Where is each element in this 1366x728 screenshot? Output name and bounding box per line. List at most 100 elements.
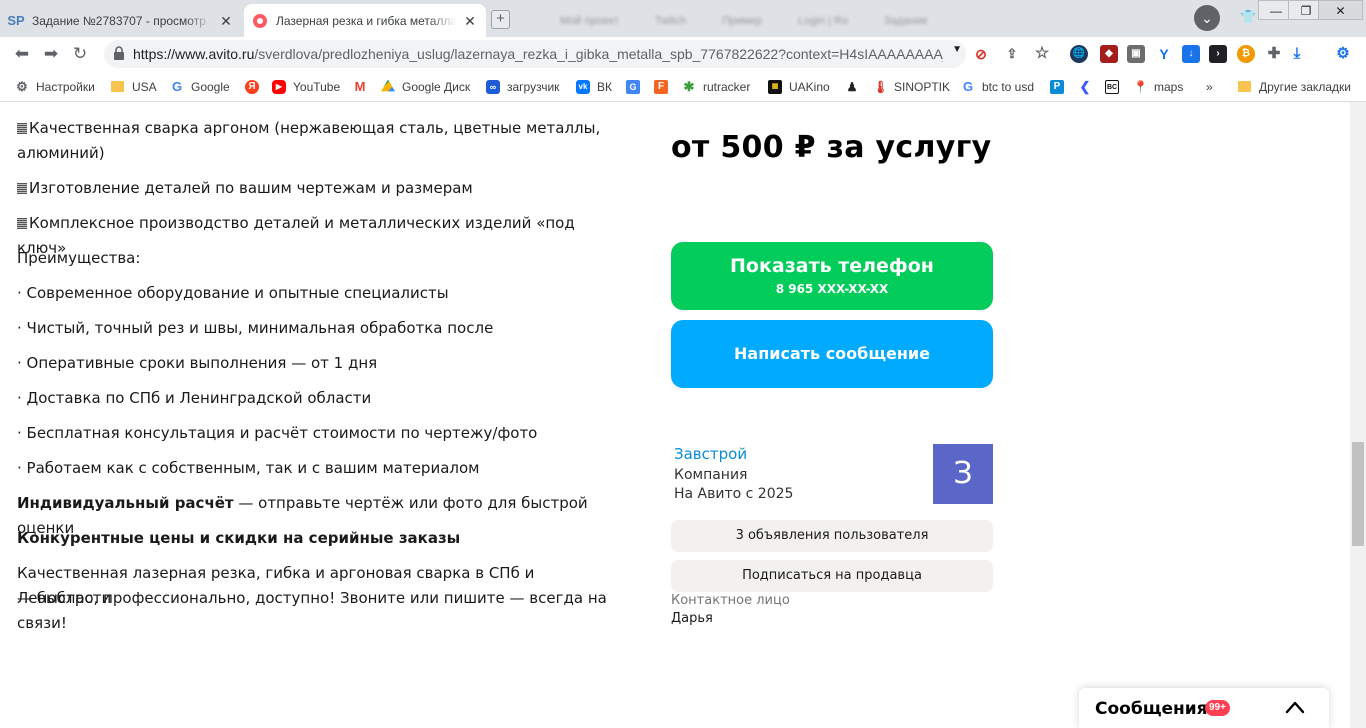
masked-phone: 8 965 XXX-XX-XX <box>775 282 889 296</box>
bookmark-star-icon[interactable]: ☆ <box>1033 45 1051 63</box>
back-arrow-icon[interactable]: ⬅ <box>11 43 33 65</box>
advantage-item: · Доставка по СПб и Ленинградской област… <box>17 389 372 407</box>
briefcase-icon[interactable]: ▣ <box>1127 45 1145 63</box>
messages-count-badge: 99+ <box>1205 700 1230 716</box>
share-icon[interactable]: ⇪ <box>1003 45 1021 63</box>
google-icon: G <box>961 78 975 94</box>
bookmark-other[interactable]: Другие закладки <box>1238 78 1351 95</box>
settings-gear-icon[interactable]: ⚙ <box>1334 45 1352 63</box>
list-bullet-icon <box>17 218 27 229</box>
red-extension-icon[interactable]: ◆ <box>1100 45 1118 63</box>
browser-toolbar: ⬅ ➡ ↻ https://www.avito.ru/sverdlova/pre… <box>0 37 1366 103</box>
messages-panel[interactable]: Сообщения 99+ <box>1079 688 1329 728</box>
blocked-popup-icon[interactable]: ⊘ <box>972 45 990 63</box>
bookmark-p[interactable]: P <box>1050 78 1071 95</box>
bookmark-translate[interactable]: G <box>626 78 647 95</box>
omnibox-dropdown-icon[interactable]: ▼ <box>952 44 962 55</box>
list-bullet-icon <box>17 183 27 194</box>
close-window-button[interactable]: ✕ <box>1318 0 1363 20</box>
new-tab-button[interactable]: + <box>491 10 510 29</box>
bookmark-uakino[interactable]: ▦ UAKino <box>768 78 830 95</box>
seller-name-link[interactable]: Завстрой <box>674 445 747 463</box>
v-extension-icon[interactable]: Y <box>1155 45 1173 63</box>
tab-task[interactable]: SP Задание №2783707 - просмотр за ✕ <box>0 4 242 37</box>
globe-extension-icon[interactable]: 🌐 <box>1070 45 1088 63</box>
show-phone-button[interactable]: Показать телефон 8 965 XXX-XX-XX <box>671 242 993 310</box>
tab-close-icon[interactable]: ✕ <box>462 13 478 29</box>
arrow-icon: ❮ <box>1078 78 1092 94</box>
gear-icon: ⚙ <box>16 78 28 94</box>
url-text[interactable]: https://www.avito.ru/sverdlova/predlozhe… <box>133 46 943 62</box>
scrollbar-thumb[interactable] <box>1352 442 1364 546</box>
ghost-tab[interactable]: Мой проект <box>560 15 619 27</box>
thermometer-icon: 🌡 <box>873 79 889 94</box>
seller-avatar[interactable]: З <box>933 444 993 504</box>
bookmark-usa[interactable]: USA <box>111 78 157 95</box>
vk-icon: vk <box>576 79 590 94</box>
bookmark-btc[interactable]: Gbtc to usd <box>961 78 1034 95</box>
tab-search-icon[interactable]: ⌄ <box>1194 5 1220 31</box>
tab-avito[interactable]: Лазерная резка и гибка металла ✕ <box>244 4 486 37</box>
lock-icon <box>114 46 124 60</box>
bookmark-more[interactable]: » <box>1206 78 1213 95</box>
bookmark-gmail[interactable]: M <box>353 78 374 95</box>
download-extension-icon[interactable]: ↓ <box>1182 45 1200 63</box>
advantage-item: · Оперативные сроки выполнения — от 1 дн… <box>17 354 378 372</box>
seller-type: Компания <box>674 467 748 483</box>
bitcoin-icon[interactable]: ₿ <box>1237 45 1255 63</box>
advantage-item: · Работаем как с собственным, так и с ва… <box>17 459 480 477</box>
yandex-icon: Я <box>245 79 259 94</box>
uakino-icon: ▦ <box>768 79 782 94</box>
contact-person-name: Дарья <box>671 611 713 626</box>
bookmark-drive[interactable]: Google Диск <box>381 78 470 95</box>
write-message-button[interactable]: Написать сообщение <box>671 320 993 388</box>
bookmark-settings[interactable]: ⚙ Настройки <box>15 78 95 95</box>
drive-icon <box>381 79 395 92</box>
bookmark-vk[interactable]: vk ВК <box>576 78 612 95</box>
bookmark-bc[interactable]: BC <box>1105 78 1126 95</box>
rutracker-icon: ✱ <box>682 78 696 94</box>
list-bullet-icon <box>17 123 27 134</box>
bookmark-maps[interactable]: 📍 maps <box>1133 78 1183 95</box>
translate-icon: G <box>626 79 640 94</box>
tab-title: Задание №2783707 - просмотр за <box>32 13 212 28</box>
ghost-tab[interactable]: Twitch <box>655 15 686 27</box>
bookmark-google[interactable]: G Google <box>170 78 230 95</box>
contact-person-label: Контактное лицо <box>671 593 790 608</box>
bookmark-arrow[interactable]: ❮ <box>1078 78 1099 95</box>
page-scrollbar[interactable] <box>1350 102 1366 728</box>
downloads-icon[interactable]: ⤓ <box>1288 45 1306 63</box>
bookmark-rutracker[interactable]: ✱ rutracker <box>682 78 750 95</box>
subscribe-seller-button[interactable]: Подписаться на продавца <box>671 560 993 592</box>
reload-icon[interactable]: ↻ <box>69 43 91 65</box>
extensions-puzzle-icon[interactable]: ✚ <box>1265 45 1283 63</box>
bookmarks-bar: ⚙ Настройки USA G Google Я ▶ YouTube M Goog… <box>0 71 1366 102</box>
bookmark-sinoptik[interactable]: 🌡 SINOPTIK <box>873 78 950 95</box>
advantage-item: · Бесплатная консультация и расчёт стоим… <box>17 424 538 442</box>
bookmark-figure[interactable]: ♟ <box>845 78 866 95</box>
bookmark-downloader[interactable]: ∞ загрузчик <box>486 78 559 95</box>
ghost-tab[interactable]: Задание <box>884 15 928 27</box>
maps-icon: 📍 <box>1133 79 1148 94</box>
seller-ads-button[interactable]: 3 объявления пользователя <box>671 520 993 552</box>
chevron-up-icon[interactable] <box>1285 699 1305 715</box>
shirt-icon[interactable]: 👕 <box>1240 9 1256 25</box>
ghost-tab[interactable]: Login | Ro <box>798 15 848 27</box>
address-bar[interactable]: https://www.avito.ru/sverdlova/predlozhe… <box>104 40 966 68</box>
advantage-item: · Современное оборудование и опытные спе… <box>17 284 449 302</box>
tab-title: Лазерная резка и гибка металла <box>276 13 456 28</box>
forward-arrow-icon[interactable]: ➡ <box>40 43 62 65</box>
desc-welding-cont: алюминий) <box>17 144 105 162</box>
window-controls: ⌄ 👕 — ❐ ✕ <box>1105 0 1366 37</box>
ghost-tab[interactable]: Пример <box>722 15 762 27</box>
tab-close-icon[interactable]: ✕ <box>218 13 234 29</box>
bookmark-youtube[interactable]: ▶ YouTube <box>272 78 340 95</box>
desc-drawings: Изготовление деталей по вашим чертежам и… <box>17 176 622 201</box>
desc-competitive: Конкурентные цены и скидки на серийные з… <box>17 529 461 547</box>
bookmark-yandex[interactable]: Я <box>245 78 266 95</box>
show-phone-label: Показать телефон <box>730 255 934 277</box>
price: от 500 ₽ за услугу <box>671 130 992 165</box>
google-icon: G <box>170 78 184 94</box>
terminal-extension-icon[interactable]: › <box>1209 45 1227 63</box>
bookmark-f[interactable]: F <box>654 78 675 95</box>
